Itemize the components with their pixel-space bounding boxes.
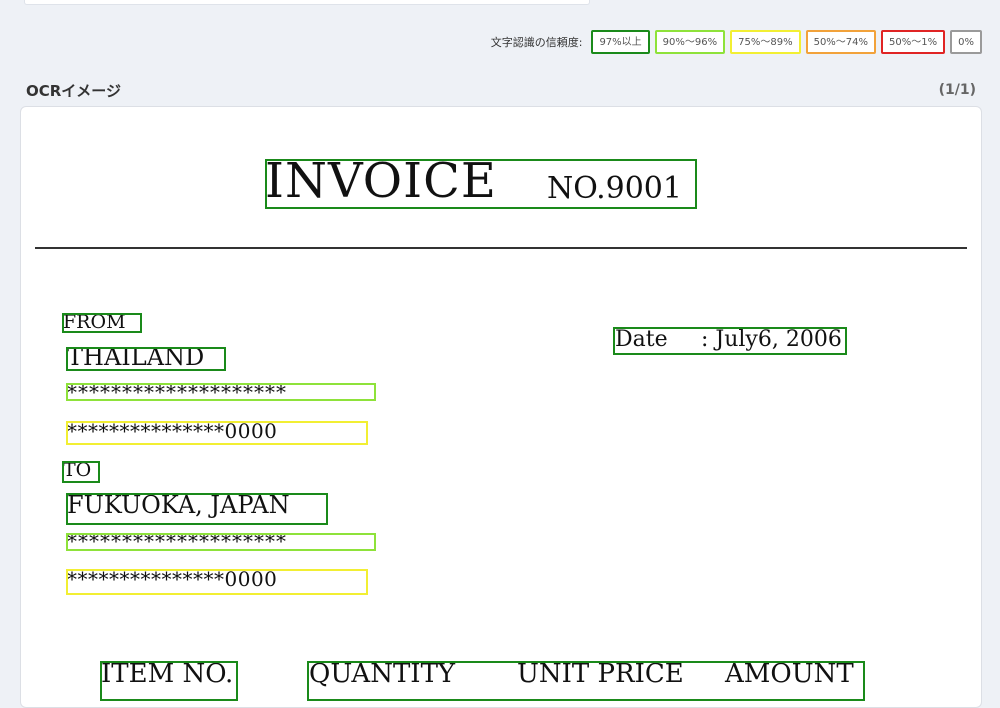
ocr-box-title (265, 159, 697, 209)
confidence-legend: 文字認識の信頼度: 97%以上 90%〜96% 75%〜89% 50%〜74% … (491, 28, 982, 56)
ocr-box-to-line-2 (66, 569, 368, 595)
ocr-box-date (613, 327, 847, 355)
legend-badge-90-96: 90%〜96% (654, 30, 726, 54)
legend-badge-50-1: 50%〜1% (881, 30, 946, 54)
legend-badge-0: 0% (950, 30, 982, 54)
ocr-box-from-line-1 (66, 383, 376, 401)
ocr-box-table-header (307, 661, 865, 701)
ocr-box-thailand (66, 347, 226, 371)
ocr-image-panel: INVOICE NO.9001 FROM THAILAND **********… (20, 106, 982, 708)
ocr-box-fukuoka (66, 493, 328, 525)
ocr-box-item-no (100, 661, 238, 701)
ocr-image-title: OCRイメージ (26, 82, 122, 100)
ocr-box-from (62, 313, 142, 333)
legend-label: 文字認識の信頼度: (490, 36, 583, 49)
title-divider (35, 247, 967, 249)
ocr-box-to (62, 461, 100, 483)
legend-badge-75-89: 75%〜89% (730, 30, 801, 54)
legend-badge-50-74: 50%〜74% (805, 30, 877, 54)
legend-badge-97-plus: 97%以上 (591, 30, 650, 54)
ocr-box-to-line-1 (66, 533, 376, 551)
top-panel-edge (24, 0, 590, 5)
page-count: (1/1) (938, 82, 976, 98)
ocr-box-from-line-2 (66, 421, 368, 445)
